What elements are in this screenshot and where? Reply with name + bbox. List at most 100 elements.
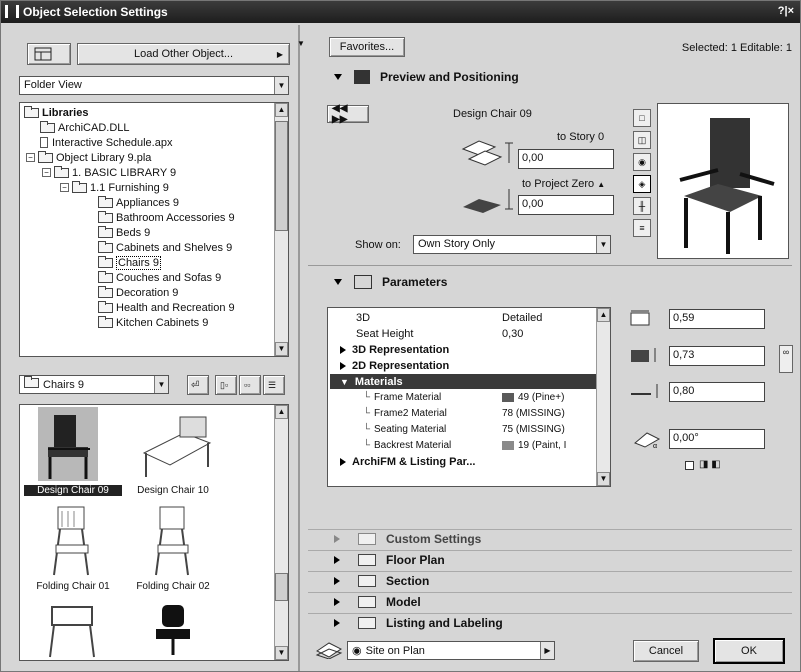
folder-combo[interactable]: Chairs 9 ▼ — [19, 375, 169, 394]
floor-plan-section[interactable]: Floor Plan — [308, 550, 792, 568]
tree-item[interactable]: Decoration 9 — [98, 285, 178, 300]
param-row[interactable]: 3D Detailed — [330, 310, 596, 325]
angle-field[interactable]: 0,00° — [669, 429, 765, 449]
tree-item-label: Bathroom Accessories 9 — [116, 211, 235, 224]
tree-item[interactable]: Cabinets and Shelves 9 — [98, 240, 232, 255]
param-row[interactable]: └ Frame2 Material 78 (MISSING) — [330, 406, 596, 421]
cancel-button[interactable]: Cancel — [633, 640, 699, 662]
section-section[interactable]: Section — [308, 571, 792, 589]
thumbnail-design-chair-09[interactable]: Design Chair 09 — [24, 407, 122, 503]
thumbnail-chair-5[interactable] — [24, 599, 122, 660]
collapse-icon[interactable]: − — [60, 183, 69, 192]
custom-settings-section[interactable]: Custom Settings — [308, 529, 792, 547]
to-project-zero-field[interactable]: 0,00 — [518, 195, 614, 215]
param-row[interactable]: └ Backrest Material 19 (Paint, I — [330, 438, 596, 453]
parameter-list[interactable]: ▲ ▼ 3D Detailed Seat Height 0,30 3D Repres… — [327, 307, 611, 487]
thumbnail-chair-6[interactable] — [124, 599, 222, 660]
param-row[interactable]: Seat Height 0,30 — [330, 326, 596, 341]
scroll-up-icon[interactable]: ▲ — [275, 103, 288, 117]
param-row[interactable]: └ Seating Material 75 (MISSING) — [330, 422, 596, 437]
view-side-icon[interactable]: ◉ — [633, 153, 651, 171]
list-view-button[interactable]: ☰ — [263, 375, 285, 395]
param-group-row[interactable]: 3D Representation — [330, 342, 596, 357]
pane-splitter[interactable] — [298, 25, 300, 671]
chain-lock-icon[interactable]: ∞ — [779, 345, 793, 373]
prev-next-object-buttons[interactable]: ◀◀ ▶▶ — [327, 103, 369, 125]
scroll-up-icon[interactable]: ▲ — [275, 405, 288, 419]
tree-item[interactable]: − Object Library 9.pla — [26, 150, 151, 165]
tree-scrollbar[interactable]: ▲ ▼ — [274, 103, 288, 356]
tree-branch-icon: └ — [362, 424, 370, 435]
show-on-combo[interactable]: Own Story Only ▼ — [413, 235, 611, 254]
object-thumbnails[interactable]: ▲ ▼ Design Chair 09 Design Chair 10 Fold… — [19, 404, 289, 661]
view-front-icon[interactable]: ◫ — [633, 131, 651, 149]
collapse-pane-icon[interactable]: ▼ — [297, 39, 305, 48]
view-info-icon[interactable]: ≡ — [633, 219, 651, 237]
ok-button[interactable]: OK — [713, 638, 785, 664]
param-group-row[interactable]: 2D Representation — [330, 358, 596, 373]
view-mode-button[interactable] — [27, 43, 71, 65]
param-label: ArchiFM & Listing Par... — [352, 455, 476, 468]
tree-item[interactable]: Beds 9 — [98, 225, 150, 240]
layer-combo[interactable]: ◉ Site on Plan ▶ — [347, 641, 555, 660]
tree-item[interactable]: − 1.1 Furnishing 9 — [60, 180, 169, 195]
dimension-b-field[interactable]: 0,73 — [669, 346, 765, 366]
dimension-a-field[interactable]: 0,59 — [669, 309, 765, 329]
parent-folder-button[interactable]: ⏎ — [187, 375, 209, 395]
tree-item[interactable]: Kitchen Cabinets 9 — [98, 315, 208, 330]
thumbnail-folding-chair-02[interactable]: Folding Chair 02 — [124, 503, 222, 599]
scroll-thumb[interactable] — [275, 573, 288, 601]
param-row[interactable]: └ Frame Material 49 (Pine+) — [330, 390, 596, 405]
mirror-checkbox[interactable] — [685, 461, 694, 470]
scroll-down-icon[interactable]: ▼ — [275, 646, 288, 660]
folder-icon — [40, 120, 55, 133]
view-section-icon[interactable]: ╫ — [633, 197, 651, 215]
to-story-field[interactable]: 0,00 — [518, 149, 614, 169]
thumbnail-label: Design Chair 09 — [24, 485, 122, 496]
favorites-button[interactable]: Favorites... — [329, 37, 405, 57]
to-project-zero-select[interactable]: to Project Zero ▲ — [522, 178, 605, 190]
param-label: 3D Representation — [352, 343, 450, 356]
preview-section-header[interactable]: Preview and Positioning — [308, 66, 519, 88]
parameters-section-header[interactable]: Parameters — [308, 271, 447, 293]
tree-item[interactable]: Libraries — [24, 105, 88, 120]
scroll-thumb[interactable] — [275, 121, 288, 231]
tree-item[interactable]: ArchiCAD.DLL — [40, 120, 130, 135]
view-combo[interactable]: Folder View ▼ — [19, 76, 289, 95]
large-icons-button[interactable]: ▯▫ — [215, 375, 237, 395]
small-icons-button[interactable]: ▫▫ — [239, 375, 261, 395]
tree-item[interactable]: Couches and Sofas 9 — [98, 270, 221, 285]
view-3d-icon[interactable]: ◈ — [633, 175, 651, 193]
listing-labeling-section[interactable]: Listing and Labeling — [308, 613, 792, 631]
scroll-up-icon[interactable]: ▲ — [597, 308, 610, 322]
scroll-down-icon[interactable]: ▼ — [275, 342, 288, 356]
model-section[interactable]: Model — [308, 592, 792, 610]
collapse-icon[interactable]: − — [26, 153, 35, 162]
tree-item[interactable]: − 1. BASIC LIBRARY 9 — [42, 165, 176, 180]
tree-item[interactable]: Appliances 9 — [98, 195, 179, 210]
object-3d-preview — [657, 103, 789, 259]
expand-arrow-icon — [334, 576, 340, 585]
param-group-row-selected[interactable]: ▼ Materials — [330, 374, 596, 389]
view-plan-icon[interactable]: □ — [633, 109, 651, 127]
parameter-scrollbar[interactable]: ▲ ▼ — [596, 308, 610, 486]
height-field[interactable]: 0,80 — [669, 382, 765, 402]
tree-item[interactable]: Bathroom Accessories 9 — [98, 210, 235, 225]
thumbnails-scrollbar[interactable]: ▲ ▼ — [274, 405, 288, 660]
load-other-object-button[interactable]: Load Other Object... ▶ — [77, 43, 290, 65]
collapse-icon[interactable]: − — [42, 168, 51, 177]
folder-icon — [98, 225, 113, 238]
thumbnail-design-chair-10[interactable]: Design Chair 10 — [124, 407, 222, 503]
tree-branch-icon: └ — [362, 408, 370, 419]
library-tree[interactable]: ▲ ▼ Libraries ArchiCAD.DLL Interactive S… — [19, 102, 289, 357]
tree-item[interactable]: Interactive Schedule.apx — [40, 135, 172, 150]
scroll-down-icon[interactable]: ▼ — [597, 472, 610, 486]
folder-icon — [98, 300, 113, 313]
help-close-buttons[interactable]: ?|× — [778, 5, 794, 17]
tree-item-label: ArchiCAD.DLL — [58, 121, 130, 134]
thumbnail-folding-chair-01[interactable]: Folding Chair 01 — [24, 503, 122, 599]
tree-item-selected[interactable]: Chairs 9 — [98, 255, 161, 270]
submenu-arrow-icon: ▶ — [276, 49, 283, 59]
tree-item[interactable]: Health and Recreation 9 — [98, 300, 235, 315]
param-group-row[interactable]: ArchiFM & Listing Par... — [330, 454, 596, 469]
